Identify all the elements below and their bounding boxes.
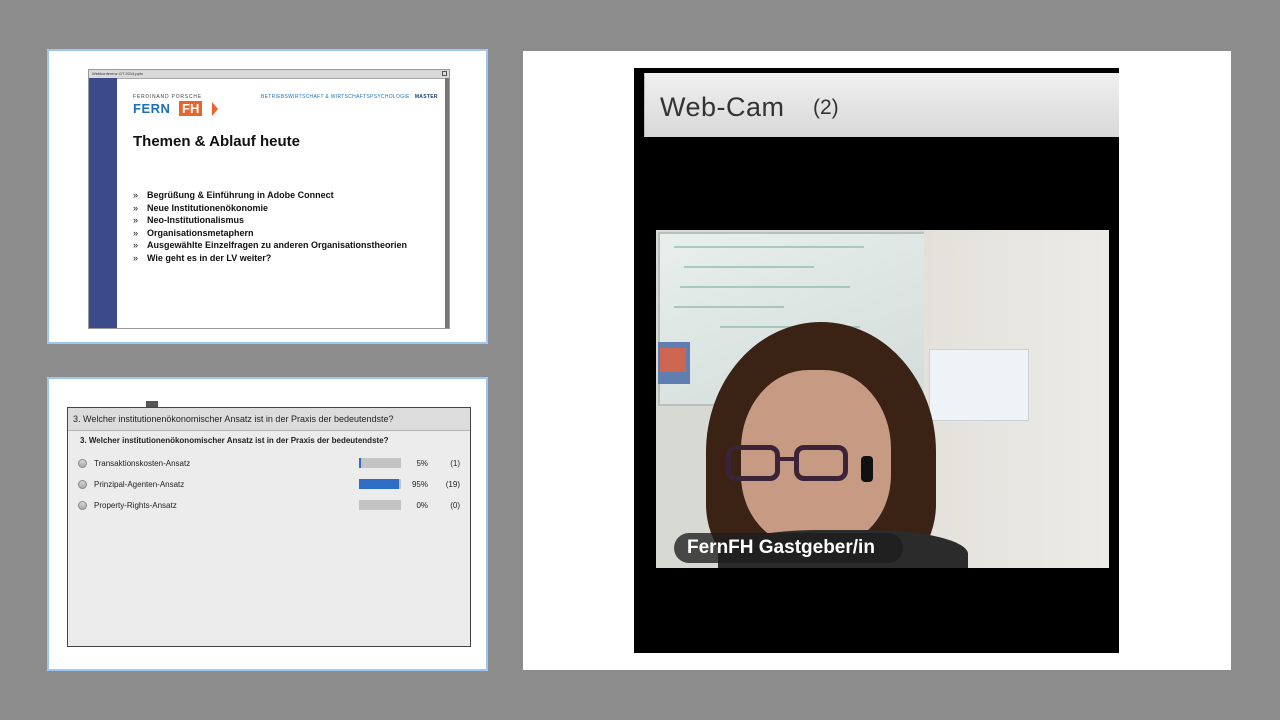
bullet-mark: » (133, 190, 139, 200)
poll-title: 3. Welcher institutionenökonomischer Ans… (68, 408, 470, 431)
glasses-bridge (778, 457, 796, 461)
agenda-text: Begrüßung & Einführung in Adobe Connect (147, 190, 334, 200)
brand-tagline: FERDINAND PORSCHE (133, 94, 202, 100)
participant-name-tag: FernFH Gastgeber/in (674, 533, 903, 563)
slide-viewer: Webkonferenz GT 2014.pptx FERDINAND PORS… (88, 69, 450, 329)
bullet-mark: » (133, 240, 139, 251)
agenda-list: » Begrüßung & Einführung in Adobe Connect… (133, 189, 407, 265)
poll-option[interactable]: Prinzipal-Agenten-Ansatz 95% (19) (78, 478, 463, 492)
poll-result-bar (359, 500, 401, 510)
department-label: BETRIEBSWIRTSCHAFT & WIRTSCHAFTSPSYCHOLO… (261, 94, 438, 100)
department-level: MASTER (414, 94, 438, 100)
radio-button[interactable] (78, 459, 87, 468)
agenda-text: Ausgewählte Einzelfragen zu anderen Orga… (147, 240, 408, 251)
agenda-item: » Ausgewählte Einzelfragen zu anderen Org… (133, 239, 407, 252)
poll-result-fill (359, 458, 362, 468)
brand-fern-logo: FERN (133, 101, 171, 116)
poll-count: (0) (450, 501, 460, 510)
poll-count: (19) (445, 480, 460, 489)
brand-arrow-icon (212, 102, 218, 116)
slide-share-panel: Webkonferenz GT 2014.pptx FERDINAND PORS… (47, 49, 488, 344)
agenda-item: » Organisationsmetaphern (133, 227, 407, 240)
glasses-right (794, 445, 848, 481)
poll-window: 3. Welcher institutionenökonomischer Ans… (67, 407, 471, 647)
radio-button[interactable] (78, 501, 87, 510)
poll-option-label: Property-Rights-Ansatz (94, 501, 177, 510)
agenda-item: » Wie geht es in der LV weiter? (133, 252, 407, 265)
slide-sidebar-decoration (89, 78, 117, 328)
glasses-left (726, 445, 780, 481)
wall-paper (930, 350, 1028, 420)
webcam-video[interactable]: FernFH Gastgeber/in (656, 230, 1109, 568)
poll-result-fill (359, 479, 399, 489)
slide-window-title: Webkonferenz GT 2014.pptx (89, 70, 449, 79)
poll-option-label: Transaktionskosten-Ansatz (94, 459, 191, 468)
poll-percent: 95% (411, 480, 428, 489)
poll-option[interactable]: Property-Rights-Ansatz 0% (0) (78, 499, 463, 513)
poll-percent: 0% (416, 501, 428, 510)
poll-percent: 5% (416, 459, 428, 468)
webcam-count: (2) (813, 96, 839, 119)
poll-option[interactable]: Transaktionskosten-Ansatz 5% (1) (78, 457, 463, 471)
agenda-text: Wie geht es in der LV weiter? (147, 252, 272, 263)
webcam-header: Web-Cam (2) (644, 73, 1119, 137)
webcam-window: Web-Cam (2) FernFH Gastgeber/in (634, 68, 1119, 653)
webcam-title: Web-Cam (660, 92, 785, 122)
slide-heading: Themen & Ablauf heute (133, 133, 300, 150)
agenda-text: Neue Institutionenökonomie (147, 202, 269, 213)
brand-fh-logo: FH (179, 101, 203, 116)
agenda-item: » Begrüßung & Einführung in Adobe Connect (133, 189, 407, 202)
poll-result-bar (359, 458, 401, 468)
fullscreen-icon[interactable] (442, 71, 447, 76)
slide-scrollbar[interactable] (445, 78, 449, 328)
poll-question: 3. Welcher institutionenökonomischer Ans… (80, 436, 389, 445)
webcam-panel: Web-Cam (2) FernFH Gastgeber/in (523, 51, 1231, 670)
poll-count: (1) (450, 459, 460, 468)
headset-icon (861, 456, 873, 482)
bullet-mark: » (133, 202, 139, 213)
agenda-text: Organisationsmetaphern (147, 227, 254, 238)
agenda-item: » Neue Institutionenökonomie (133, 202, 407, 215)
poll-result-bar (359, 479, 401, 489)
bullet-mark: » (133, 215, 139, 226)
bullet-mark: » (133, 227, 139, 238)
department-name: BETRIEBSWIRTSCHAFT & WIRTSCHAFTSPSYCHOLO… (261, 94, 410, 100)
radio-button[interactable] (78, 480, 87, 489)
poll-panel: 3. Welcher institutionenökonomischer Ans… (47, 377, 488, 671)
agenda-item: » Neo-Institutionalismus (133, 214, 407, 227)
agenda-text: Neo-Institutionalismus (147, 215, 245, 226)
bullet-mark: » (133, 252, 139, 263)
red-sticker (660, 348, 686, 372)
poll-option-label: Prinzipal-Agenten-Ansatz (94, 480, 185, 489)
